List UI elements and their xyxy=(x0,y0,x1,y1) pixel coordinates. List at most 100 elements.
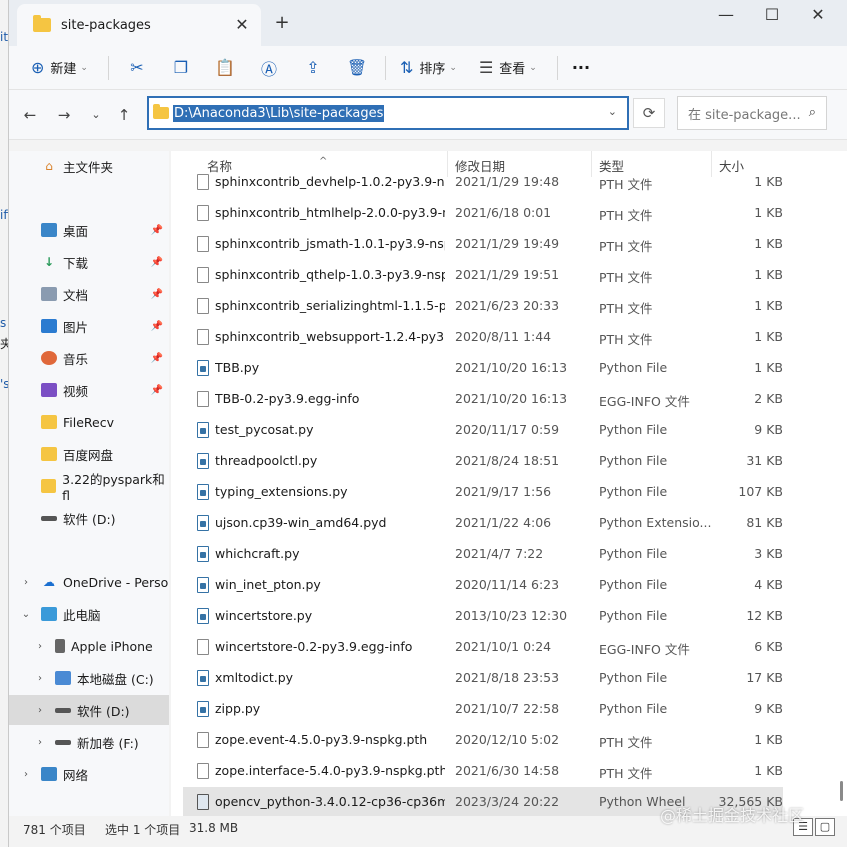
table-row[interactable]: sphinxcontrib_devhelp-1.0.2-py3.9-ns... 2… xyxy=(183,167,783,198)
sidebar-item-videos[interactable]: 视频 📌 xyxy=(9,375,169,405)
chevron-right-icon[interactable]: › xyxy=(35,737,45,748)
new-tab-button[interactable]: + xyxy=(271,12,293,34)
table-row[interactable]: wincertstore.py 2013/10/23 12:30 Python Fi… xyxy=(183,601,783,632)
sidebar-item-this-pc[interactable]: ⌄ 此电脑 xyxy=(9,599,169,629)
table-row[interactable]: sphinxcontrib_jsmath-1.0.1-py3.9-nsp... 2… xyxy=(183,229,783,260)
sidebar-item-desktop[interactable]: 桌面 📌 xyxy=(9,215,169,245)
chevron-right-icon[interactable]: › xyxy=(35,641,45,652)
window-close-button[interactable]: ✕ xyxy=(795,0,841,32)
sidebar-item-network[interactable]: › 网络 xyxy=(9,759,169,789)
view-button[interactable]: ☰ 查看 ⌄ xyxy=(471,52,545,84)
chevron-down-icon[interactable]: ⌄ xyxy=(21,609,31,620)
pin-icon[interactable]: 📌 xyxy=(151,353,163,364)
home-icon: ⌂ xyxy=(45,159,53,173)
sidebar-item-home[interactable]: ⌂ 主文件夹 xyxy=(9,151,169,181)
sidebar-item-filerecv[interactable]: FileRecv xyxy=(9,407,169,437)
sidebar-item-drive-d-quick[interactable]: 软件 (D:) xyxy=(9,503,169,533)
table-row[interactable]: whichcraft.py 2021/4/7 7:22 Python File 3 K… xyxy=(183,539,783,570)
table-row[interactable]: ujson.cp39-win_amd64.pyd 2021/1/22 4:06 Py… xyxy=(183,508,783,539)
pin-icon[interactable]: 📌 xyxy=(151,257,163,268)
copy-button[interactable]: ❐ xyxy=(165,52,197,84)
rename-button[interactable]: Ⓐ xyxy=(253,52,285,84)
file-type: EGG-INFO 文件 xyxy=(599,394,690,409)
sidebar-item-drive-d[interactable]: › 软件 (D:) xyxy=(9,695,169,725)
file-date: 2021/10/20 16:13 xyxy=(455,360,568,375)
table-row[interactable]: TBB-0.2-py3.9.egg-info 2021/10/20 16:13 EG… xyxy=(183,384,783,415)
sidebar-item-downloads[interactable]: ↓ 下载 📌 xyxy=(9,247,169,277)
sidebar-item-label: 3.22的pyspark和fl xyxy=(62,472,165,503)
close-tab-icon[interactable]: ✕ xyxy=(231,14,253,36)
refresh-button[interactable]: ⟳ xyxy=(633,98,665,128)
share-button[interactable]: ⇪ xyxy=(297,52,329,84)
up-arrow-icon[interactable]: ↑ xyxy=(111,102,137,128)
forward-arrow-icon[interactable]: → xyxy=(51,102,77,128)
file-name: typing_extensions.py xyxy=(215,484,348,499)
table-row[interactable]: wincertstore-0.2-py3.9.egg-info 2021/10/1… xyxy=(183,632,783,663)
chevron-right-icon[interactable]: › xyxy=(35,705,45,716)
recent-locations-chevron-icon[interactable]: ⌄ xyxy=(83,102,109,128)
pin-icon[interactable]: 📌 xyxy=(151,225,163,236)
sidebar-item-drive-f[interactable]: › 新加卷 (F:) xyxy=(9,727,169,757)
sidebar-item-pictures[interactable]: 图片 📌 xyxy=(9,311,169,341)
sidebar-item-baidu[interactable]: 百度网盘 xyxy=(9,439,169,469)
paste-button[interactable]: 📋 xyxy=(209,52,241,84)
table-row[interactable]: sphinxcontrib_serializinghtml-1.1.5-py..… xyxy=(183,291,783,322)
chevron-right-icon[interactable]: › xyxy=(21,769,31,780)
table-row[interactable]: test_pycosat.py 2020/11/17 0:59 Python Fil… xyxy=(183,415,783,446)
sidebar-item-pyspark[interactable]: 3.22的pyspark和fl xyxy=(9,471,169,503)
scrollbar-thumb[interactable] xyxy=(840,781,843,801)
sort-label: 排序 xyxy=(419,62,446,77)
more-options-button[interactable]: ··· xyxy=(564,52,598,84)
vertical-scrollbar[interactable] xyxy=(840,151,844,816)
sidebar-item-label: 此电脑 xyxy=(63,607,101,623)
sidebar-item-label: 视频 xyxy=(63,383,89,399)
chevron-right-icon[interactable]: › xyxy=(21,577,31,588)
sidebar-item-drive-c[interactable]: › 本地磁盘 (C:) xyxy=(9,663,169,693)
file-type: Python File xyxy=(599,577,668,592)
file-size: 1 KB xyxy=(754,360,783,375)
watermark: @稀土掘金技术社区 xyxy=(660,806,805,825)
chevron-right-icon[interactable]: › xyxy=(35,673,45,684)
file-name: xmltodict.py xyxy=(215,670,294,685)
file-name: sphinxcontrib_serializinghtml-1.1.5-py..… xyxy=(215,298,445,313)
table-row[interactable]: sphinxcontrib_htmlhelp-2.0.0-py3.9-n... 2… xyxy=(183,198,783,229)
pictures-icon xyxy=(41,319,57,333)
sidebar-item-onedrive[interactable]: › ☁ OneDrive - Perso xyxy=(9,567,169,597)
table-row[interactable]: xmltodict.py 2021/8/18 23:53 Python File 17… xyxy=(183,663,783,694)
table-row[interactable]: sphinxcontrib_qthelp-1.0.3-py3.9-nsp... 2… xyxy=(183,260,783,291)
delete-button[interactable]: 🗑 xyxy=(341,52,373,84)
file-type: PTH 文件 xyxy=(599,239,653,254)
tiles-view-button[interactable]: ▢ xyxy=(815,818,835,836)
file-name: wincertstore.py xyxy=(215,608,313,623)
table-row[interactable]: TBB.py 2021/10/20 16:13 Python File 1 KB xyxy=(183,353,783,384)
table-row[interactable]: sphinxcontrib_websupport-1.2.4-py3.... 20… xyxy=(183,322,783,353)
sidebar-item-label: FileRecv xyxy=(63,414,115,430)
pin-icon[interactable]: 📌 xyxy=(151,289,163,300)
minimize-button[interactable]: — xyxy=(703,0,749,32)
table-row[interactable]: zipp.py 2021/10/7 22:58 Python File 9 KB xyxy=(183,694,783,725)
sidebar-item-iphone[interactable]: › Apple iPhone xyxy=(9,631,169,661)
pin-icon[interactable]: 📌 xyxy=(151,321,163,332)
table-row[interactable]: win_inet_pton.py 2020/11/14 6:23 Python Fi… xyxy=(183,570,783,601)
chevron-down-icon: ⌄ xyxy=(80,62,88,73)
table-row[interactable]: threadpoolctl.py 2021/8/24 18:51 Python Fi… xyxy=(183,446,783,477)
table-row[interactable]: zope.interface-5.4.0-py3.9-nspkg.pth 2021… xyxy=(183,756,783,787)
new-button[interactable]: ⊕ 新建 ⌄ xyxy=(23,52,96,84)
search-input[interactable]: 在 site-package... ⌕ xyxy=(677,96,827,130)
file-explorer-window: site-packages ✕ + — ☐ ✕ ⊕ 新建 ⌄ ✂ ❐ 📋 Ⓐ ⇪… xyxy=(8,0,847,847)
chevron-down-icon[interactable]: ⌄ xyxy=(608,105,617,118)
back-arrow-icon[interactable]: ← xyxy=(17,102,43,128)
sort-button[interactable]: ⇅ 排序 ⌄ xyxy=(392,52,465,84)
sidebar-item-music[interactable]: 音乐 📌 xyxy=(9,343,169,373)
share-icon: ⇪ xyxy=(306,58,320,77)
maximize-button[interactable]: ☐ xyxy=(749,0,795,32)
folder-icon xyxy=(153,104,169,119)
sidebar-item-documents[interactable]: 文档 📌 xyxy=(9,279,169,309)
address-bar[interactable]: D:\Anaconda3\Lib\site-packages ⌄ xyxy=(147,96,629,130)
table-row[interactable]: zope.event-4.5.0-py3.9-nspkg.pth 2020/12/… xyxy=(183,725,783,756)
cut-button[interactable]: ✂ xyxy=(121,52,153,84)
file-size: 107 KB xyxy=(738,484,783,499)
tab-site-packages[interactable]: site-packages ✕ xyxy=(17,4,261,46)
pin-icon[interactable]: 📌 xyxy=(151,385,163,396)
table-row[interactable]: typing_extensions.py 2021/9/17 1:56 Python… xyxy=(183,477,783,508)
